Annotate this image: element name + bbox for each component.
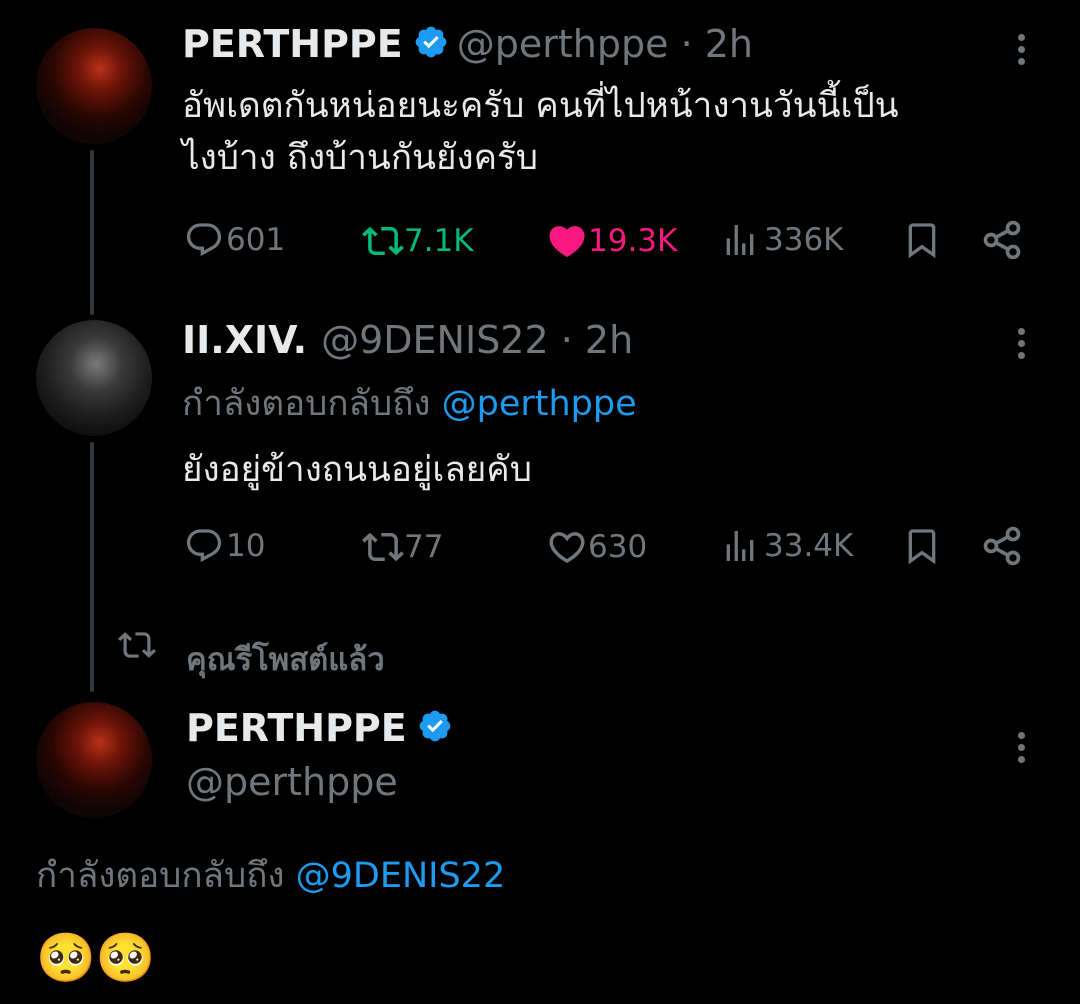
views-icon xyxy=(726,531,754,561)
replying-to: กำลังตอบกลับถึง @9DENIS22 xyxy=(36,850,505,902)
tweet-header: PERTHPPE xyxy=(186,706,453,750)
tweet-text-line: ไงบ้าง ถึงบ้านกันยังครับ xyxy=(182,138,538,178)
share-icon[interactable] xyxy=(980,218,1024,266)
reply-count: 601 xyxy=(226,222,286,258)
handle[interactable]: @perthppe xyxy=(457,22,669,66)
separator: · xyxy=(668,22,705,66)
reply-icon xyxy=(186,529,222,563)
reply-icon xyxy=(186,223,222,257)
display-name[interactable]: II.XIV. xyxy=(182,318,307,362)
view-count: 336K xyxy=(764,222,844,258)
retweet-icon xyxy=(118,626,156,668)
bookmark-icon[interactable] xyxy=(902,524,942,572)
avatar[interactable] xyxy=(36,28,152,144)
avatar[interactable] xyxy=(36,320,152,436)
share-icon[interactable] xyxy=(980,524,1024,572)
like-button[interactable]: 630 xyxy=(546,526,647,568)
like-count: 630 xyxy=(588,529,648,565)
timestamp[interactable]: 2h xyxy=(705,22,753,66)
separator: · xyxy=(548,318,585,362)
verified-badge-icon xyxy=(413,24,449,64)
avatar[interactable] xyxy=(36,702,152,818)
views-icon xyxy=(726,225,754,255)
more-options-icon[interactable] xyxy=(1016,34,1026,70)
retweet-icon xyxy=(362,226,404,256)
tweet-text-line: อัพเดตกันหน่อยนะครับ คนที่ไปหน้างานวันนี… xyxy=(182,86,899,126)
handle[interactable]: @9DENIS22 xyxy=(321,318,549,362)
display-name[interactable]: PERTHPPE xyxy=(186,706,407,750)
tweet-text: 🥺🥺 xyxy=(36,930,156,986)
like-count: 19.3K xyxy=(588,223,678,259)
views-button[interactable]: 33.4K xyxy=(720,526,853,566)
views-button[interactable]: 336K xyxy=(720,220,844,260)
mention-link[interactable]: @9DENIS22 xyxy=(296,856,506,896)
thread-line xyxy=(90,442,94,692)
tweet-header: PERTHPPE @perthppe · 2h xyxy=(182,22,753,66)
retweet-button[interactable]: 77 xyxy=(362,526,443,568)
bookmark-icon[interactable] xyxy=(902,218,942,266)
handle[interactable]: @perthppe xyxy=(186,760,398,804)
like-button[interactable]: 19.3K xyxy=(546,220,677,262)
reply-button[interactable]: 601 xyxy=(184,220,285,260)
tweet-text: อัพเดตกันหน่อยนะครับ คนที่ไปหน้างานวันนี… xyxy=(182,80,1062,184)
thread-line xyxy=(90,150,94,315)
reply-count: 10 xyxy=(226,528,266,564)
replying-to: กำลังตอบกลับถึง @perthppe xyxy=(182,378,637,430)
replying-to-prefix: กำลังตอบกลับถึง xyxy=(36,856,296,896)
heart-filled-icon xyxy=(549,226,585,258)
tweet-text: ยังอยู่ข้างถนนอยู่เลยคับ xyxy=(182,450,532,490)
display-name[interactable]: PERTHPPE xyxy=(182,22,403,66)
more-options-icon[interactable] xyxy=(1016,328,1026,364)
mention-link[interactable]: @perthppe xyxy=(442,384,637,424)
retweet-count: 77 xyxy=(404,529,444,565)
retweet-button[interactable]: 7.1K xyxy=(362,220,474,262)
retweet-icon xyxy=(362,532,404,562)
replying-to-prefix: กำลังตอบกลับถึง xyxy=(182,384,442,424)
heart-icon xyxy=(549,532,585,564)
tweet-header: II.XIV. @9DENIS22 · 2h xyxy=(182,318,633,362)
reposted-label: คุณรีโพสต์แล้ว xyxy=(186,642,385,678)
view-count: 33.4K xyxy=(764,528,854,564)
timestamp[interactable]: 2h xyxy=(585,318,633,362)
reply-button[interactable]: 10 xyxy=(184,526,265,566)
verified-badge-icon xyxy=(417,708,453,748)
more-options-icon[interactable] xyxy=(1016,732,1026,768)
retweet-count: 7.1K xyxy=(404,223,474,259)
